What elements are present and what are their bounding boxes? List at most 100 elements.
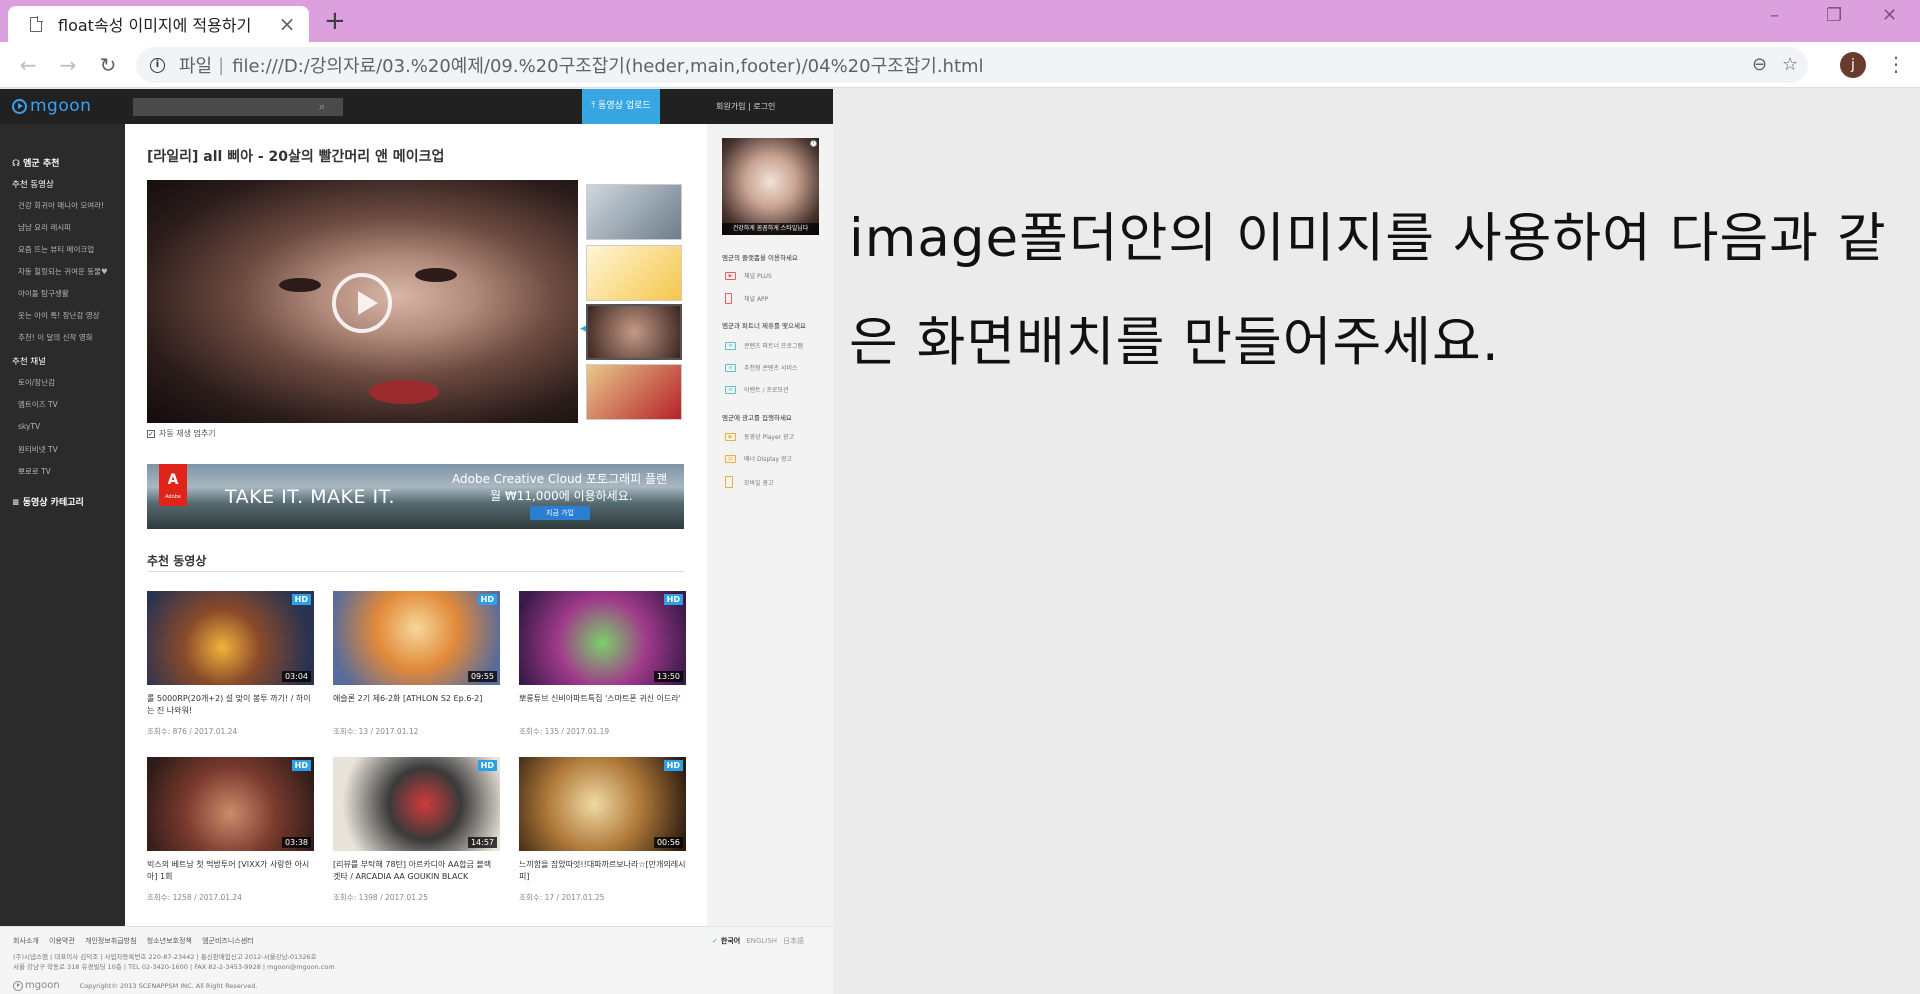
video-card[interactable]: HD 09:55 애슬론 2기 제6-2화 [ATHLON S2 Ep.6-2]… [333, 591, 500, 737]
footer-link[interactable]: 엠군비즈니스센터 [202, 937, 254, 945]
playlist-thumbnail[interactable] [586, 364, 682, 420]
document-icon [30, 15, 43, 32]
footer-link[interactable]: 개인정보취급방침 [85, 937, 137, 945]
playlist-thumbnails: ◀ [580, 180, 685, 423]
footer-logo: mgoon Copyright© 2013 SCENAPPSM INC. All… [13, 980, 257, 991]
company-info-line: 서울 강남구 학동로 318 유경빌딩 10층 | TEL 02-3420-16… [13, 963, 335, 971]
rail-item[interactable]: ≡ 콘텐츠 파트너 프로그램 [725, 341, 803, 350]
video-card-title[interactable]: 뽀롱튜브 신비아파트특집 '스마트폰 귀신 이드라' [519, 693, 686, 717]
language-option[interactable]: 한국어 [721, 937, 740, 945]
rail-ad-image[interactable]: i 건강하게 꼼꼼하게 스타일닙다 [722, 138, 819, 235]
rail-item[interactable]: 채널 APP [725, 293, 768, 304]
video-card-meta: 조회수: 1398 / 2017.01.25 [333, 893, 428, 902]
autoplay-checkbox[interactable]: ✓ [147, 429, 155, 438]
video-frame-detail [415, 268, 457, 282]
playlist-thumbnail[interactable] [586, 245, 682, 301]
rail-item-label: 동영상 Player 광고 [744, 434, 795, 441]
back-arrow-icon[interactable]: ← [14, 51, 42, 79]
avatar[interactable]: j [1840, 52, 1866, 78]
sidebar-item[interactable]: 원티비넷 TV [18, 444, 58, 455]
autoplay-toggle[interactable]: ✓ 자동 재생 멈추기 [147, 428, 216, 439]
video-card-title[interactable]: [리뷰를 부탁해 78탄] 아르카디아 AA합금 블랙 겟타 / ARCADIA… [333, 859, 500, 883]
video-card-title[interactable]: 롤 5000RP(20개+2) 설 맞이 봉투 까기! / 하이는 진 나와워! [147, 693, 314, 717]
restore-icon[interactable]: ❐ [1826, 6, 1842, 26]
mobile-ad-icon [725, 476, 733, 488]
window-close-icon[interactable]: ✕ [1882, 6, 1897, 26]
upload-button[interactable]: ⤒ 동영상 업로드 [582, 89, 660, 124]
sidebar-item[interactable]: 건강 회귀아 매니아 모여라! [18, 200, 104, 211]
video-card[interactable]: HD 03:04 롤 5000RP(20개+2) 설 맞이 봉투 까기! / 하… [147, 591, 314, 737]
play-icon[interactable] [332, 273, 392, 333]
sidebar-item[interactable]: 토이/장난감 [18, 377, 55, 388]
sidebar-item[interactable]: 뽀로로 TV [18, 466, 51, 477]
sidebar-item[interactable]: 추천! 이 달의 신작 영화 [18, 332, 93, 343]
duration-label: 13:50 [653, 671, 683, 682]
rail-item[interactable]: ≡ 이벤트 / 프로모션 [725, 385, 788, 394]
video-card[interactable]: HD 00:56 느끼함을 잡았따엇!!대파까르보나라☆[만개의레시피] 조회수… [519, 757, 686, 903]
video-card[interactable]: HD 13:50 뽀롱튜브 신비아파트특집 '스마트폰 귀신 이드라' 조회수:… [519, 591, 686, 737]
rail-item[interactable]: ▶ 동영상 Player 광고 [725, 432, 794, 441]
language-option[interactable]: 日本語 [783, 937, 804, 945]
video-thumbnail[interactable]: HD 14:57 [333, 757, 500, 851]
rail-heading: 엠군과 파트너 제휴를 맺으세요 [722, 322, 806, 330]
sidebar-item[interactable]: 냠냠 요리 레시피 [18, 222, 71, 233]
site-logo[interactable]: mgoon [12, 96, 91, 116]
ad-signup-button[interactable]: 지금 가입 [530, 506, 590, 520]
address-bar[interactable]: i 파일 | file:///D:/강의자료/03.%20예제/09.%20구조… [136, 47, 1808, 83]
ad-subline: 월 ₩11,000에 이용하세요. [490, 489, 633, 503]
info-icon[interactable]: i [150, 57, 165, 73]
playlist-thumbnail[interactable] [586, 304, 682, 360]
menu-dots-icon[interactable]: ⋮ [1886, 50, 1906, 78]
video-thumbnail[interactable]: HD 00:56 [519, 757, 686, 851]
video-thumbnail[interactable]: HD 13:50 [519, 591, 686, 685]
sidebar: ☊ 엠군 추천 추천 동영상 건강 회귀아 매니아 모여라! 냠냠 요리 레시피… [0, 124, 125, 926]
sidebar-item[interactable]: 요즘 뜨는 뷰티 메이크업 [18, 244, 94, 255]
rail-item[interactable]: ≡ 추천형 콘텐츠 서비스 [725, 363, 798, 372]
main-content: [라일리] all 삐아 - 20살의 빨간머리 앤 메이크업 ◀ ✓ 자동 재… [125, 124, 707, 926]
sidebar-subheading-videos[interactable]: 추천 동영상 [12, 178, 54, 190]
video-thumbnail[interactable]: HD 03:38 [147, 757, 314, 851]
video-thumbnail[interactable]: HD 03:04 [147, 591, 314, 685]
rail-item[interactable]: ▤ 배너 Display 광고 [725, 454, 792, 463]
footer-link[interactable]: 회사소개 [13, 937, 39, 945]
sidebar-item[interactable]: skyTV [18, 422, 40, 431]
sidebar-subheading-channels[interactable]: 추천 채널 [12, 355, 46, 367]
tab-strip: float속성 이미지에 적용하기 × + – ❐ ✕ [0, 0, 1920, 42]
video-card-title[interactable]: 느끼함을 잡았따엇!!대파까르보나라☆[만개의레시피] [519, 859, 686, 883]
video-card[interactable]: HD 14:57 [리뷰를 부탁해 78탄] 아르카디아 AA합금 블랙 겟타 … [333, 757, 500, 903]
video-card[interactable]: HD 03:38 빅스의 베트남 첫 먹방투어 [VIXX가 사랑한 아시아] … [147, 757, 314, 903]
zoom-out-icon[interactable]: ⊖ [1752, 51, 1767, 79]
url-text[interactable]: file:///D:/강의자료/03.%20예제/09.%20구조잡기(hede… [232, 52, 983, 78]
plus-icon[interactable]: + [324, 8, 346, 34]
rail-item[interactable]: 모바일 광고 [725, 476, 774, 488]
language-option[interactable]: ENGLISH [746, 937, 777, 945]
browser-tab[interactable]: float속성 이미지에 적용하기 × [8, 6, 309, 42]
auth-links[interactable]: 회원가입 | 로그인 [716, 101, 775, 112]
star-icon[interactable]: ☆ [1782, 51, 1798, 79]
adobe-ad-banner[interactable]: A Adobe TAKE IT. MAKE IT. Adobe Creative… [147, 464, 684, 529]
minimize-icon[interactable]: – [1770, 6, 1779, 26]
sidebar-item[interactable]: 웃는 아이 톡! 장난감 영상 [18, 310, 100, 321]
video-thumbnail[interactable]: HD 09:55 [333, 591, 500, 685]
sidebar-item[interactable]: 자동 힐링되는 귀여운 동물♥ [18, 266, 108, 277]
video-card-title[interactable]: 애슬론 2기 제6-2화 [ATHLON S2 Ep.6-2] [333, 693, 500, 717]
video-player[interactable] [147, 180, 578, 423]
video-card-title[interactable]: 빅스의 베트남 첫 먹방투어 [VIXX가 사랑한 아시아] 1회 [147, 859, 314, 883]
sidebar-heading-category[interactable]: ≡ 동영상 카테고리 [12, 495, 84, 508]
close-icon[interactable]: × [277, 14, 297, 34]
playlist-thumbnail[interactable] [586, 184, 682, 240]
footer-link[interactable]: 청소년보호정책 [147, 937, 192, 945]
forward-arrow-icon[interactable]: → [54, 51, 82, 79]
check-icon: ✓ [712, 937, 718, 945]
video-title: [라일리] all 삐아 - 20살의 빨간머리 앤 메이크업 [147, 149, 445, 165]
sidebar-item[interactable]: 엠트이즈 TV [18, 399, 58, 410]
ad-info-icon[interactable]: i [810, 140, 817, 147]
footer-link[interactable]: 이용약관 [49, 937, 75, 945]
sidebar-item[interactable]: 아이돌 탐구생활 [18, 288, 69, 299]
company-info: (주)시냅스엠 | 대표이사 김덕조 | 사업자등록번호 220-87-2344… [13, 952, 335, 972]
rail-item[interactable]: ▶ 채널 PLUS [725, 271, 772, 280]
reload-icon[interactable]: ↻ [94, 51, 122, 79]
search-icon[interactable]: ⌕ [319, 99, 325, 115]
search-input[interactable] [133, 98, 343, 116]
sidebar-heading-recommend[interactable]: ☊ 엠군 추천 [12, 156, 59, 169]
